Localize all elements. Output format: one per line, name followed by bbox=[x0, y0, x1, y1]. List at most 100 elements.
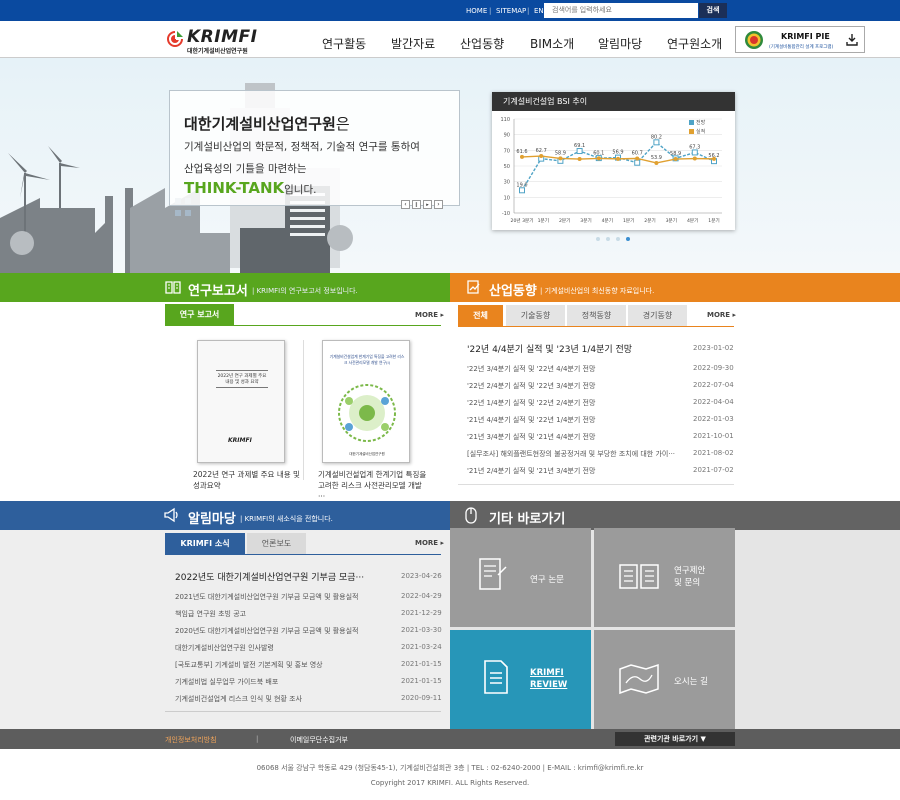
list-item[interactable]: 대한기계설비산업연구원 인사발령 2021-03-24 bbox=[175, 643, 443, 657]
pie-title: KRIMFI PIE bbox=[781, 32, 830, 41]
list-item[interactable]: '22년 4/4분기 실적 및 '23년 1/4분기 전망 2023-01-02 bbox=[467, 342, 735, 356]
notice-subtitle: | KRIMFI의 새소식을 전합니다. bbox=[240, 515, 333, 523]
y-tick-label: 30 bbox=[504, 180, 510, 186]
nav-publications[interactable]: 발간자료 bbox=[391, 35, 435, 52]
book-caption-1[interactable]: 2022년 연구 과제별 주요 내용 및 성과요약 bbox=[193, 469, 303, 491]
tab-policy[interactable]: 정책동향 bbox=[567, 305, 626, 326]
list-item-date: 2021-07-02 bbox=[693, 466, 734, 474]
search-input[interactable] bbox=[544, 3, 698, 18]
data-label: 62.7 bbox=[536, 148, 547, 154]
industry-more-link[interactable]: MORE ▸ bbox=[707, 311, 736, 319]
tile-directions[interactable]: 오시는 길 bbox=[594, 630, 735, 729]
book-caption-2[interactable]: 기계설비건설업계 한계기업 특징을 고려한 리스크 사전관리모델 개발 ··· bbox=[318, 469, 428, 502]
data-label: 60.1 bbox=[593, 150, 604, 156]
list-item[interactable]: 2022년도 대한기계설비산업연구원 기부금 모금··· 2023-04-26 bbox=[175, 570, 443, 584]
list-item-title: '21년 3/4분기 실적 및 '21년 4/4분기 전망 bbox=[467, 433, 596, 441]
notice-more-link[interactable]: MORE ▸ bbox=[415, 539, 444, 547]
book-icon bbox=[165, 281, 181, 294]
related-sites-select[interactable]: 관련기관 바로가기 ▼ bbox=[615, 732, 735, 746]
tab-economy[interactable]: 경기동향 bbox=[628, 305, 687, 326]
email-policy-link[interactable]: 이메일무단수집거부 bbox=[290, 735, 348, 745]
list-item-date: 2021-03-24 bbox=[401, 643, 442, 651]
next-icon[interactable]: › bbox=[434, 200, 443, 209]
list-item-title: 2021년도 대한기계설비산업연구원 기부금 모금액 및 활용실적 bbox=[175, 593, 359, 601]
tab-research-report[interactable]: 연구 보고서 bbox=[165, 304, 234, 325]
research-more-link[interactable]: MORE ▸ bbox=[415, 311, 444, 319]
list-divider bbox=[458, 484, 734, 485]
list-item-date: 2021-12-29 bbox=[401, 609, 442, 617]
hero-banner: 대한기계설비산업연구원은 기계설비산업의 학문적, 정책적, 기술적 연구를 통… bbox=[0, 58, 900, 273]
nav-bim[interactable]: BIM소개 bbox=[530, 35, 574, 52]
book-cover-1[interactable]: 2022년 연구 과제별 주요 내용 및 성과 요약 KRIMFI bbox=[197, 340, 285, 463]
list-item[interactable]: '21년 4/4분기 실적 및 '22년 1/4분기 전망 2022-01-03 bbox=[467, 415, 735, 429]
list-item-date: 2021-01-15 bbox=[401, 677, 442, 685]
separator: | bbox=[256, 735, 259, 743]
eco-globe-icon bbox=[338, 384, 396, 442]
list-item[interactable]: '21년 2/4분기 실적 및 '21년 3/4분기 전망 2021-07-02 bbox=[467, 466, 735, 480]
list-item[interactable]: 책임급 연구원 초빙 공고 2021-12-29 bbox=[175, 609, 443, 623]
nav-research[interactable]: 연구활동 bbox=[322, 35, 366, 52]
list-item[interactable]: '22년 2/4분기 실적 및 '22년 3/4분기 전망 2022-07-04 bbox=[467, 381, 735, 395]
list-item-date: 2022-07-04 bbox=[693, 381, 734, 389]
list-item[interactable]: [실무조사] 해외플랜트현장의 불공정거래 및 부당한 조치에 대한 가이···… bbox=[467, 449, 735, 463]
nav-about[interactable]: 연구원소개 bbox=[667, 35, 722, 52]
list-item[interactable]: 2020년도 대한기계설비산업연구원 기부금 모금액 및 활용실적 2021-03… bbox=[175, 626, 443, 640]
privacy-policy-link[interactable]: 개인정보처리방침 bbox=[165, 735, 217, 745]
slide-dot-active[interactable] bbox=[626, 237, 630, 241]
tile-review[interactable]: KRIMFI REVIEW bbox=[450, 630, 591, 729]
tile-proposal[interactable]: 연구제안 및 문의 bbox=[594, 528, 735, 627]
krimfi-pie-download[interactable]: KRIMFI PIE (기계설비통합관리 설계 프로그램) bbox=[735, 26, 865, 53]
search-button[interactable]: 검색 bbox=[699, 3, 727, 18]
list-item[interactable]: 기계설비건설업계 리스크 인식 및 현황 조사 2020-09-11 bbox=[175, 694, 443, 708]
tab-krimfi-news[interactable]: KRIMFI 소식 bbox=[165, 533, 245, 554]
slide-dot[interactable] bbox=[596, 237, 600, 241]
hero-heading-suffix: 은 bbox=[335, 115, 350, 133]
bsi-chart-card: 기계설비건설업 BSI 추이 -10 10 30 50 70 90 110 20년 3분기 1분… bbox=[492, 92, 735, 230]
chart-title: 기계설비건설업 BSI 추이 bbox=[503, 97, 588, 106]
industry-subtitle: | 기계설비산업의 최신동향 자료입니다. bbox=[540, 287, 655, 295]
hero-line-4: THINK-TANK입니다. bbox=[184, 179, 316, 197]
tile-papers[interactable]: 연구 논문 bbox=[450, 528, 591, 627]
nav-industry[interactable]: 산업동향 bbox=[460, 35, 504, 52]
pause-icon[interactable]: ∥ bbox=[412, 200, 421, 209]
list-item[interactable]: '21년 3/4분기 실적 및 '21년 4/4분기 전망 2021-10-01 bbox=[467, 432, 735, 446]
list-item[interactable]: '22년 3/4분기 실적 및 '22년 4/4분기 전망 2022-09-30 bbox=[467, 364, 735, 378]
hero-text-box: 대한기계설비산업연구원은 기계설비산업의 학문적, 정책적, 기술적 연구를 통… bbox=[169, 90, 460, 209]
slide-dot[interactable] bbox=[606, 237, 610, 241]
legend-label: 실적 bbox=[696, 128, 705, 135]
x-tick-label: 2분기 bbox=[644, 217, 655, 224]
book-cover-2[interactable]: 기계설비건설업계 한계기업 특징을 고려한 리스크 사전관리모델 개발 연구(I… bbox=[322, 340, 410, 463]
list-item[interactable]: 2021년도 대한기계설비산업연구원 기부금 모금액 및 활용실적 2022-04… bbox=[175, 592, 443, 606]
slide-controls: ‹ ∥ ▸ › bbox=[401, 200, 445, 210]
list-item-title: '22년 4/4분기 실적 및 '23년 1/4분기 전망 bbox=[467, 345, 633, 355]
open-book-icon bbox=[619, 564, 659, 589]
sitemap-link[interactable]: SITEMAP bbox=[496, 7, 526, 15]
list-item[interactable]: '22년 1/4분기 실적 및 '22년 2/4분기 전망 2022-04-04 bbox=[467, 398, 735, 412]
legend-swatch bbox=[689, 120, 694, 125]
data-label: 58.9 bbox=[670, 151, 681, 157]
notice-header: 알림마당 | KRIMFI의 새소식을 전합니다. bbox=[0, 501, 450, 530]
chart-header: 기계설비건설업 BSI 추이 bbox=[492, 92, 735, 111]
y-tick-label: 70 bbox=[504, 148, 510, 154]
list-item[interactable]: [국토교통부] 기계설비 발전 기본계획 및 홍보 영상 2021-01-15 bbox=[175, 660, 443, 674]
data-label: 80.2 bbox=[651, 134, 662, 140]
nav-notice[interactable]: 알림마당 bbox=[598, 35, 642, 52]
x-tick-label: 3분기 bbox=[580, 217, 591, 224]
tab-press[interactable]: 언론보도 bbox=[247, 533, 306, 554]
tab-all[interactable]: 전체 bbox=[458, 305, 503, 326]
list-item-date: 2023-01-02 bbox=[693, 344, 734, 352]
list-item-title: 2020년도 대한기계설비산업연구원 기부금 모금액 및 활용실적 bbox=[175, 627, 359, 635]
tab-tech[interactable]: 기술동향 bbox=[506, 305, 565, 326]
research-title: 연구보고서 bbox=[188, 284, 248, 299]
home-link[interactable]: HOME bbox=[466, 7, 487, 15]
notice-title: 알림마당 bbox=[188, 512, 236, 527]
list-item[interactable]: 기계설비법 실무업무 가이드북 배포 2021-01-15 bbox=[175, 677, 443, 691]
play-icon[interactable]: ▸ bbox=[423, 200, 432, 209]
actual-point bbox=[673, 157, 678, 162]
data-label: 56.9 bbox=[612, 150, 623, 156]
pie-logo-icon bbox=[745, 31, 763, 49]
slide-dot[interactable] bbox=[616, 237, 620, 241]
prev-icon[interactable]: ‹ bbox=[401, 200, 410, 209]
tab-underline bbox=[458, 326, 734, 327]
site-logo[interactable]: KRIMFI 대한기계설비산업연구원 bbox=[165, 27, 265, 55]
